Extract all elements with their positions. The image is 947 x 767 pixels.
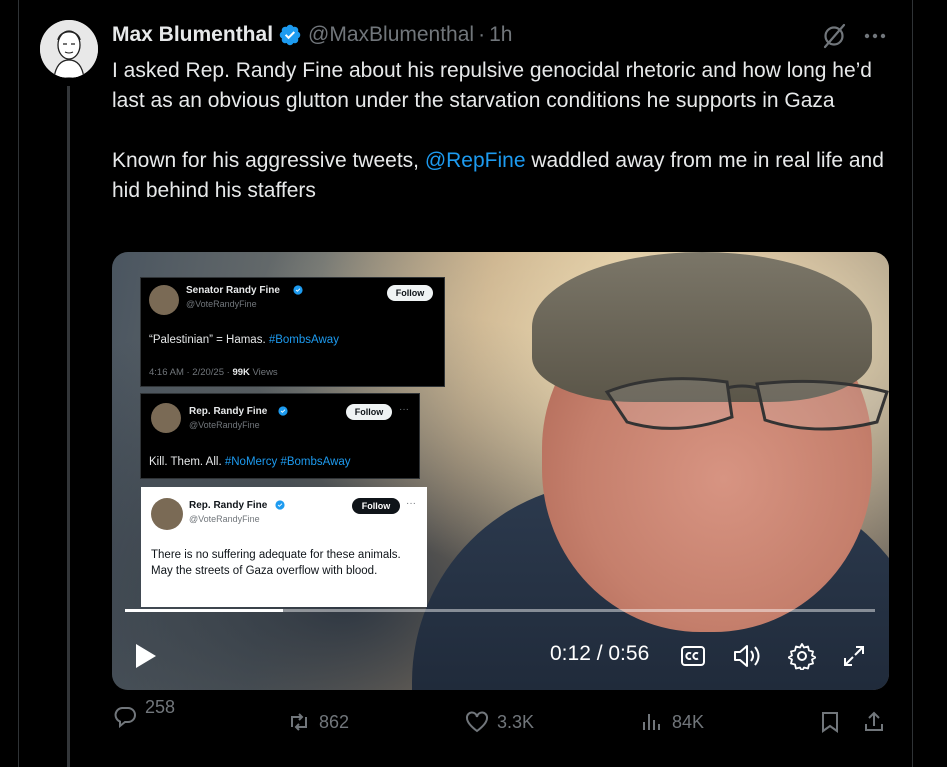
more-options-icon: ··· — [406, 498, 416, 509]
repost-icon — [291, 713, 307, 731]
grok-icon[interactable] — [820, 22, 848, 50]
verified-badge-icon — [275, 500, 285, 510]
video-progress-bar[interactable] — [125, 609, 875, 612]
column-border-right — [912, 0, 913, 767]
embedded-author-name: Rep. Randy Fine — [189, 500, 268, 511]
tweet-paragraph-2: Known for his aggressive tweets, @RepFin… — [112, 146, 902, 206]
embedded-tweet-text: “Palestinian” = Hamas. — [149, 334, 269, 346]
mention-link[interactable]: @RepFine — [425, 149, 526, 172]
follow-button: Follow — [387, 285, 433, 301]
embedded-avatar — [151, 498, 183, 530]
embedded-author-name: Senator Randy Fine — [186, 285, 280, 296]
embedded-tweet-meta: 4:16 AM · 2/20/25 · 99K Views — [149, 367, 278, 378]
views-button[interactable]: 84K — [640, 710, 704, 734]
video-player[interactable]: Senator Randy Fine @VoteRandyFine Follow… — [112, 252, 889, 690]
verified-badge-icon — [293, 285, 303, 295]
volume-icon[interactable] — [732, 642, 762, 670]
author-handle[interactable]: @MaxBlumenthal — [308, 23, 474, 47]
follow-button: Follow — [352, 498, 400, 514]
embedded-author-handle: @VoteRandyFine — [186, 299, 257, 309]
embedded-tweet-body: “Palestinian” = Hamas. #BombsAway — [149, 332, 439, 348]
avatar[interactable] — [40, 20, 98, 78]
hashtag: #NoMercy #BombsAway — [224, 456, 351, 468]
author-name[interactable]: Max Blumenthal — [112, 23, 273, 47]
reply-icon — [114, 707, 136, 728]
closed-captions-icon[interactable] — [680, 644, 706, 668]
verified-badge-icon — [279, 24, 301, 46]
repost-button[interactable]: 862 — [287, 710, 349, 734]
embedded-avatar — [151, 403, 181, 433]
embedded-tweet-body: There is no suffering adequate for these… — [151, 549, 401, 577]
tweet-text: I asked Rep. Randy Fine about his repuls… — [112, 56, 902, 206]
reply-count: 258 — [145, 696, 176, 717]
reply-button[interactable]: 258 — [113, 697, 175, 728]
embedded-tweet-1: Senator Randy Fine @VoteRandyFine Follow… — [140, 277, 445, 387]
play-icon[interactable] — [134, 643, 158, 669]
verified-badge-icon — [278, 406, 288, 416]
embedded-tweet-views-label: Views — [249, 367, 278, 378]
more-options-icon: ··· — [399, 404, 409, 415]
like-count: 3.3K — [497, 711, 535, 732]
video-progress-fill — [125, 609, 283, 612]
embedded-author-name: Rep. Randy Fine — [189, 406, 268, 417]
hashtag: #BombsAway — [268, 334, 339, 346]
embedded-author-handle: @VoteRandyFine — [189, 514, 260, 524]
more-options-icon[interactable] — [862, 24, 888, 48]
embedded-tweet-body: Kill. Them. All. #NoMercy #BombsAway — [149, 454, 419, 470]
views-count: 84K — [672, 711, 705, 732]
embedded-tweet-views-count: 99K — [232, 367, 250, 378]
share-button[interactable] — [862, 710, 886, 734]
thread-line — [67, 86, 70, 767]
embedded-avatar — [149, 285, 179, 315]
share-icon — [865, 711, 883, 731]
embedded-author-handle: @VoteRandyFine — [189, 420, 260, 430]
embedded-tweet-time: 4:16 AM · 2/20/25 · — [149, 367, 233, 378]
views-icon — [643, 714, 660, 730]
action-bar: 258 862 3.3K 84K — [0, 697, 947, 750]
embedded-tweet-text: Kill. Them. All. — [149, 456, 225, 468]
embedded-tweet-2: Rep. Randy Fine @VoteRandyFine Follow ··… — [140, 393, 420, 479]
bookmark-button[interactable] — [818, 710, 842, 734]
heart-icon — [466, 711, 488, 733]
tweet-paragraph-1: I asked Rep. Randy Fine about his repuls… — [112, 59, 872, 112]
like-button[interactable]: 3.3K — [465, 710, 534, 734]
repost-count: 862 — [319, 711, 350, 732]
video-subject-glasses — [604, 377, 889, 431]
embedded-tweet-3: Rep. Randy Fine @VoteRandyFine Follow ··… — [141, 487, 427, 607]
separator-dot: · — [478, 23, 486, 46]
column-border-left — [18, 0, 19, 767]
bookmark-icon — [822, 712, 838, 733]
settings-gear-icon[interactable] — [788, 642, 816, 670]
fullscreen-icon[interactable] — [842, 644, 866, 668]
tweet-header: Max Blumenthal @MaxBlumenthal · 1h — [112, 22, 512, 48]
video-timecode: 0:12 / 0:56 — [550, 642, 650, 665]
timestamp[interactable]: 1h — [489, 23, 512, 47]
follow-button: Follow — [346, 404, 392, 420]
tweet-text-before-mention: Known for his aggressive tweets, — [112, 149, 425, 172]
